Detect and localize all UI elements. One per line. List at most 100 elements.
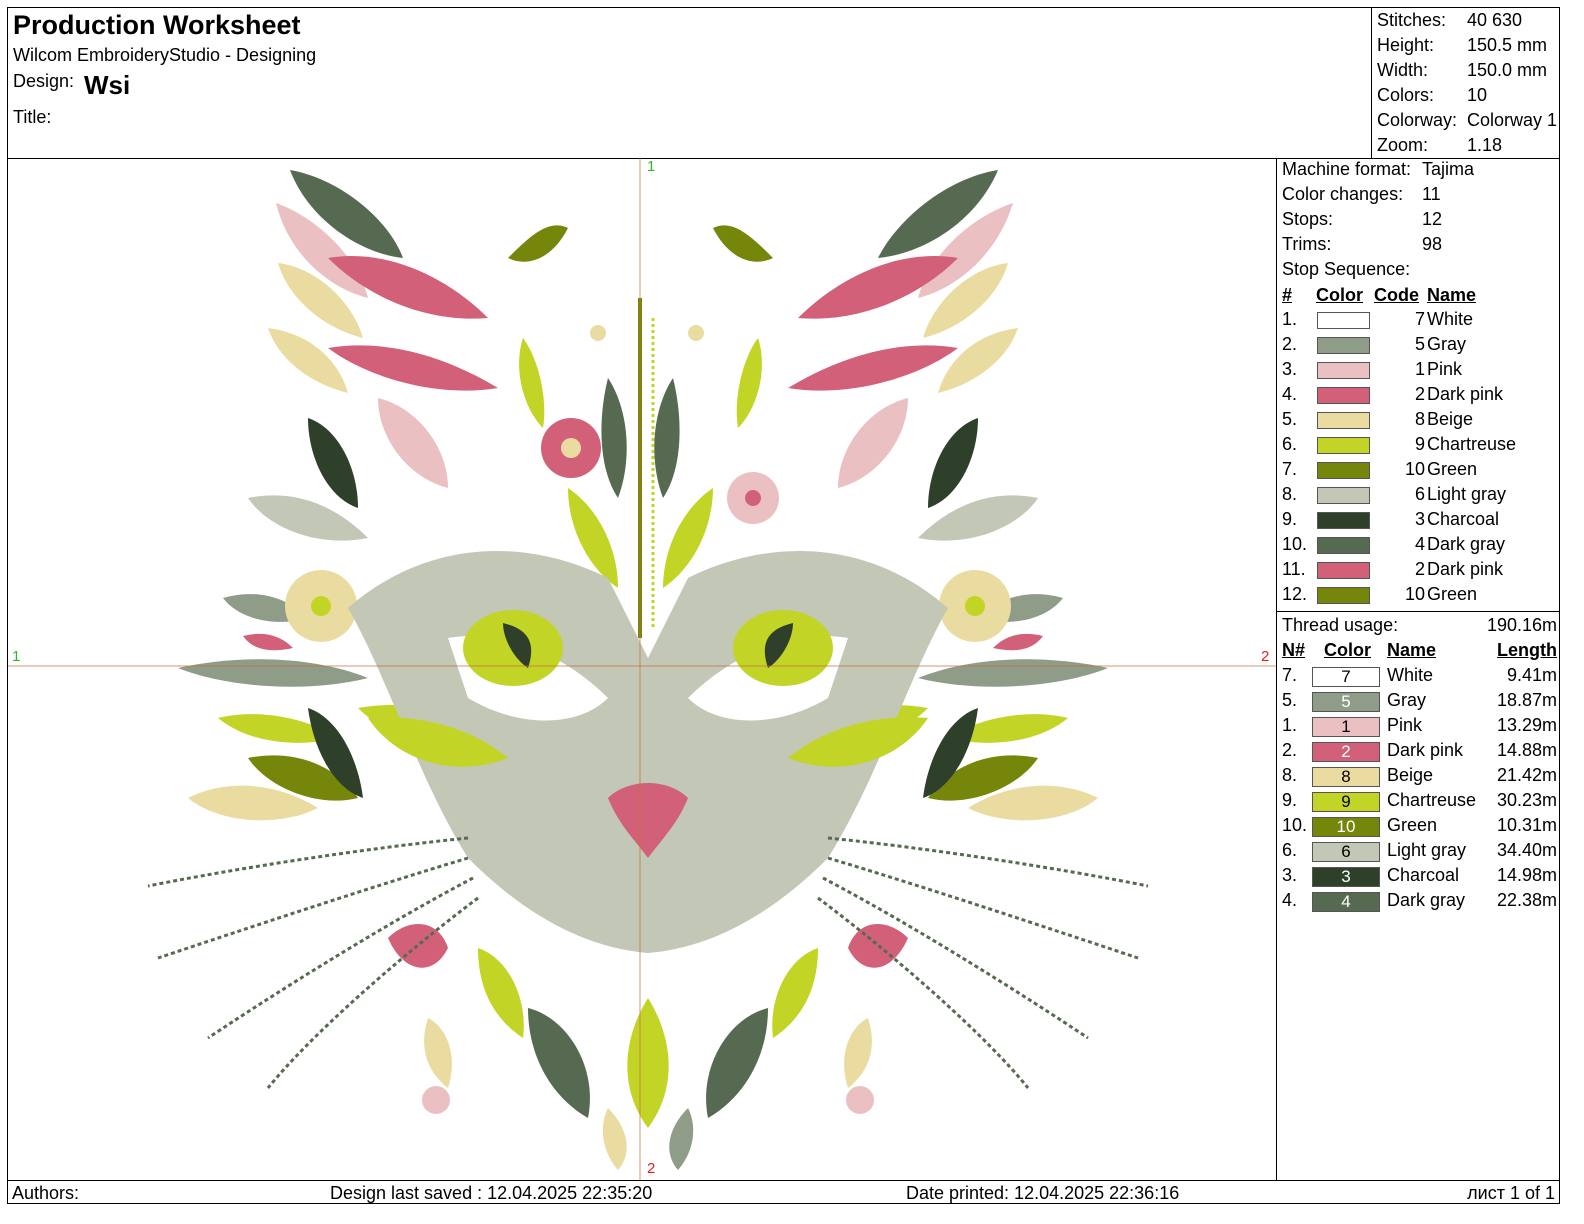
col-code: Code	[1374, 285, 1419, 305]
usage-row: 6. 6 Light gray 34.40m	[1282, 840, 1557, 865]
usage-length: 21.42m	[1496, 765, 1557, 785]
axis-marker-bottom: 2	[647, 1160, 656, 1177]
usage-name: Pink	[1387, 715, 1423, 735]
stop-row: 9. 3 Charcoal	[1282, 509, 1557, 534]
last-saved: Design last saved : 12.04.2025 22:35:20	[330, 1183, 653, 1203]
usage-length: 10.31m	[1496, 815, 1557, 835]
stop-name: Green	[1427, 459, 1478, 479]
color-swatch	[1317, 537, 1370, 554]
stat-value: 150.0 mm	[1467, 60, 1548, 80]
usage-length: 14.98m	[1496, 865, 1557, 885]
color-swatch	[1317, 487, 1370, 504]
stop-row: 7. 10 Green	[1282, 459, 1557, 484]
stat-value: 1.18	[1467, 135, 1503, 155]
color-swatch	[1317, 512, 1370, 529]
col-length: Length	[1497, 640, 1557, 660]
embroidery-preview	[8, 158, 1276, 1180]
bottom-leaves	[388, 924, 908, 1170]
usage-num: 9.	[1282, 790, 1298, 810]
machine-label: Machine format:	[1282, 159, 1412, 179]
color-swatch	[1317, 387, 1370, 404]
usage-num: 1.	[1282, 715, 1298, 735]
page-title: Production Worksheet	[13, 10, 301, 40]
stop-row: 11. 2 Dark pink	[1282, 559, 1557, 584]
stop-sequence-header: # Color Code Name	[1282, 285, 1557, 310]
color-swatch	[1317, 437, 1370, 454]
stop-sequence-label: Stop Sequence:	[1282, 259, 1411, 279]
stop-code: 7	[1414, 309, 1425, 329]
color-swatch: 6	[1312, 842, 1380, 862]
usage-row: 7. 7 White 9.41m	[1282, 665, 1557, 690]
usage-name: Green	[1387, 815, 1438, 835]
stop-code: 2	[1414, 559, 1425, 579]
usage-name: White	[1387, 665, 1434, 685]
worksheet-frame: Production Worksheet Wilcom EmbroiderySt…	[7, 7, 1560, 1204]
machine-value: Tajima	[1422, 159, 1475, 179]
usage-row: 8. 8 Beige 21.42m	[1282, 765, 1557, 790]
color-swatch	[1317, 587, 1370, 604]
stop-num: 7.	[1282, 459, 1298, 479]
color-swatch: 10	[1312, 817, 1380, 837]
col-num: #	[1282, 285, 1293, 305]
usage-num: 10.	[1282, 815, 1308, 835]
stop-name: Charcoal	[1427, 509, 1500, 529]
stat-label: Colorway:	[1377, 110, 1458, 130]
color-swatch: 3	[1312, 867, 1380, 887]
stat-label: Stitches:	[1377, 10, 1447, 30]
stop-code: 10	[1404, 584, 1425, 604]
usage-num: 7.	[1282, 665, 1298, 685]
stop-num: 12.	[1282, 584, 1308, 604]
design-stats: Stitches: 40 630 Height: 150.5 mm Width: 150.…	[1371, 8, 1560, 159]
divider	[1277, 611, 1560, 612]
stop-code: 2	[1414, 384, 1425, 404]
color-swatch: 1	[1312, 717, 1380, 737]
color-swatch: 7	[1312, 667, 1380, 687]
stop-name: White	[1427, 309, 1474, 329]
axis-marker-left: 1	[12, 648, 21, 665]
stop-num: 8.	[1282, 484, 1298, 504]
design-name: Wsi	[84, 70, 131, 100]
machine-value: 98	[1422, 234, 1443, 254]
color-swatch	[1317, 362, 1370, 379]
axis-marker-top: 1	[647, 158, 656, 175]
usage-name: Gray	[1387, 690, 1427, 710]
usage-num: 6.	[1282, 840, 1298, 860]
usage-row: 1. 1 Pink 13.29m	[1282, 715, 1557, 740]
stop-code: 9	[1414, 434, 1425, 454]
col-color: Color	[1316, 285, 1363, 305]
stop-name: Dark gray	[1427, 534, 1506, 554]
axis-marker-right: 2	[1261, 648, 1270, 665]
stop-row: 12. 10 Green	[1282, 584, 1557, 609]
usage-num: 8.	[1282, 765, 1298, 785]
stop-num: 2.	[1282, 334, 1298, 354]
usage-num: 3.	[1282, 865, 1298, 885]
stat-value: 150.5 mm	[1467, 35, 1548, 55]
cat-face	[348, 550, 948, 953]
color-swatch: 4	[1312, 892, 1380, 912]
usage-name: Light gray	[1387, 840, 1467, 860]
color-swatch	[1317, 462, 1370, 479]
usage-row: 3. 3 Charcoal 14.98m	[1282, 865, 1557, 890]
design-canvas: 1 1 2 2	[8, 158, 1276, 1180]
usage-length: 22.38m	[1496, 890, 1557, 910]
header: Production Worksheet Wilcom EmbroiderySt…	[8, 8, 1371, 159]
usage-row: 9. 9 Chartreuse 30.23m	[1282, 790, 1557, 815]
stop-num: 3.	[1282, 359, 1298, 379]
stop-num: 6.	[1282, 434, 1298, 454]
col-name: Name	[1387, 640, 1437, 660]
col-color: Color	[1324, 640, 1371, 660]
thread-usage-row: Thread usage: 190.16m	[1282, 615, 1557, 640]
stat-value: 40 630	[1467, 10, 1523, 30]
usage-length: 30.23m	[1496, 790, 1557, 810]
usage-name: Dark gray	[1387, 890, 1466, 910]
usage-name: Dark pink	[1387, 740, 1464, 760]
usage-length: 18.87m	[1496, 690, 1557, 710]
usage-name: Beige	[1387, 765, 1434, 785]
stop-name: Dark pink	[1427, 559, 1504, 579]
stop-name: Gray	[1427, 334, 1467, 354]
color-swatch	[1317, 412, 1370, 429]
machine-value: 11	[1422, 184, 1441, 204]
machine-panel: Machine format: Tajima Color changes: 11 Sto…	[1276, 158, 1560, 1180]
stop-row: 2. 5 Gray	[1282, 334, 1557, 359]
usage-row: 4. 4 Dark gray 22.38m	[1282, 890, 1557, 915]
